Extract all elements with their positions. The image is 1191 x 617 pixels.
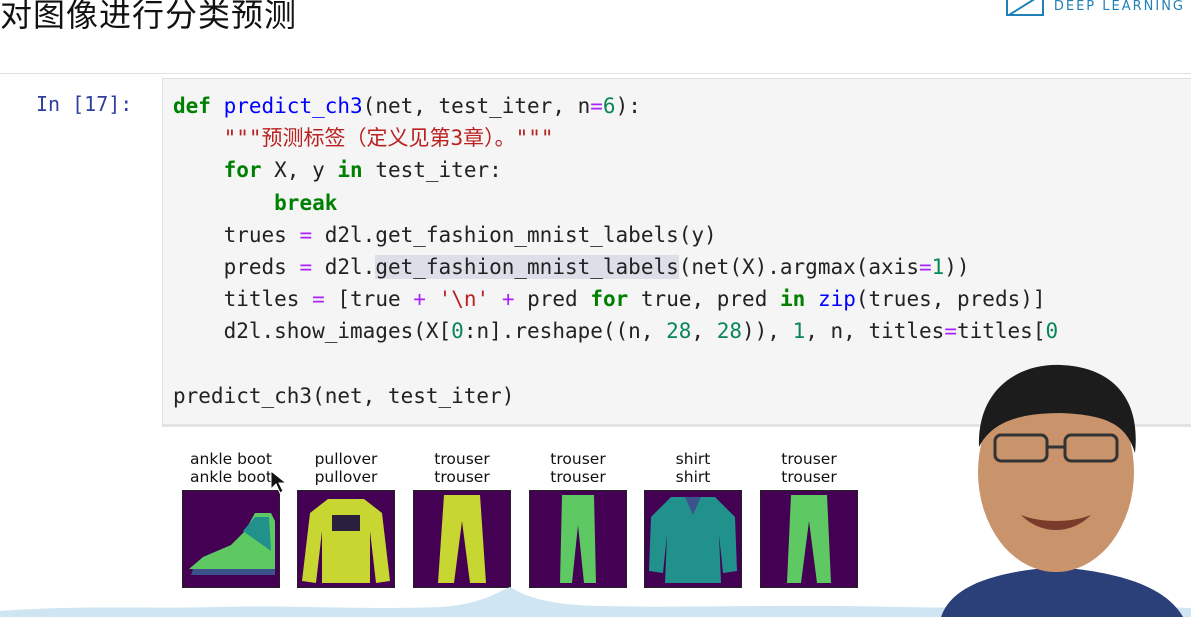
cell-prompt: In [17]:	[36, 92, 133, 116]
code-line-7: titles = [true + '\n' + pred for true, p…	[223, 287, 1046, 312]
highlighted-selection: get_fashion_mnist_labels	[375, 255, 679, 280]
trouser-image	[529, 490, 627, 588]
brand-logo: DEEP LEARNING	[1005, 0, 1185, 16]
code-line-6: preds = d2l.get_fashion_mnist_labels(net…	[223, 255, 970, 280]
code-line-1: def predict_ch3(net, test_iter, n=6):	[173, 94, 641, 118]
mouse-cursor-icon	[270, 470, 288, 494]
code-line-10: predict_ch3(net, test_iter)	[173, 383, 515, 408]
page-title: 对图像进行分类预测	[0, 0, 298, 34]
brand-logo-icon	[1005, 0, 1044, 16]
code-line-8: d2l.show_images(X[0:n].reshape((n, 28, 2…	[223, 319, 1059, 344]
header-divider	[0, 73, 1191, 74]
trouser-image	[760, 490, 858, 588]
brand-text: DEEP LEARNING	[1053, 0, 1185, 14]
ankle-boot-image	[182, 490, 280, 588]
true-label: trouser	[781, 450, 837, 468]
code-line-2: """预测标签（定义见第3章）。"""	[223, 126, 554, 151]
shirt-image	[644, 490, 742, 588]
pred-label: trouser	[781, 468, 837, 486]
trouser-image	[413, 490, 511, 588]
code-line-3: for X, y in test_iter:	[223, 158, 502, 183]
presenter-video	[941, 364, 1183, 617]
pullover-image	[297, 490, 395, 588]
code-line-4: break	[274, 190, 338, 215]
code-line-5: trues = d2l.get_fashion_mnist_labels(y)	[223, 222, 717, 247]
